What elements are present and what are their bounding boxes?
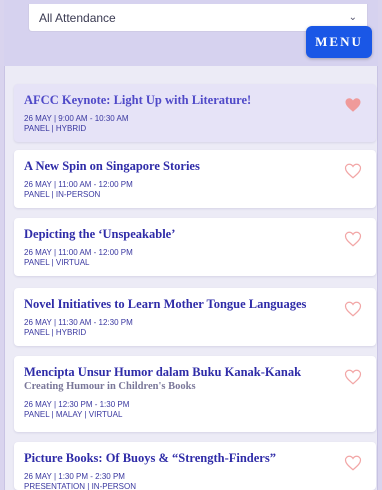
heart-outline-icon[interactable] [344,454,362,472]
heart-outline-icon[interactable] [344,230,362,248]
session-tags: PANEL | HYBRID [24,328,87,337]
session-card[interactable]: AFCC Keynote: Light Up with Literature! … [14,84,376,142]
heart-filled-icon[interactable] [344,96,362,114]
session-time: 26 MAY | 12:30 PM - 1:30 PM [24,400,130,409]
session-card[interactable]: Picture Books: Of Buoys & “Strength-Find… [14,442,376,490]
heart-outline-icon[interactable] [344,300,362,318]
session-title[interactable]: Mencipta Unsur Humor dalam Buku Kanak-Ka… [24,364,334,380]
session-title[interactable]: AFCC Keynote: Light Up with Literature! [24,92,334,108]
session-card[interactable]: Depicting the ‘Unspeakable’ 26 MAY | 11:… [14,218,376,276]
session-time: 26 MAY | 11:30 AM - 12:30 PM [24,318,133,327]
session-title[interactable]: Depicting the ‘Unspeakable’ [24,226,334,242]
heart-outline-icon[interactable] [344,162,362,180]
heart-outline-icon[interactable] [344,368,362,386]
session-title[interactable]: Picture Books: Of Buoys & “Strength-Find… [24,450,334,466]
session-title[interactable]: Novel Initiatives to Learn Mother Tongue… [24,296,334,312]
session-time: 26 MAY | 1:30 PM - 2:30 PM [24,472,125,481]
attendance-filter-value: All Attendance [39,10,116,25]
menu-button[interactable]: MENU [306,26,372,58]
session-time: 26 MAY | 11:00 AM - 12:00 PM [24,180,133,189]
session-time: 26 MAY | 11:00 AM - 12:00 PM [24,248,133,257]
session-title[interactable]: A New Spin on Singapore Stories [24,158,334,174]
session-card[interactable]: A New Spin on Singapore Stories 26 MAY |… [14,150,376,208]
session-tags: PRESENTATION | IN-PERSON [24,482,137,490]
session-time: 26 MAY | 9:00 AM - 10:30 AM [24,114,129,123]
session-subtitle: Creating Humour in Children's Books [24,381,196,392]
session-card[interactable]: Novel Initiatives to Learn Mother Tongue… [14,288,376,346]
session-tags: PANEL | VIRTUAL [24,258,90,267]
session-tags: PANEL | MALAY | VIRTUAL [24,410,123,419]
session-tags: PANEL | HYBRID [24,124,87,133]
chevron-down-icon: ⌄ [348,12,357,23]
session-card[interactable]: Mencipta Unsur Humor dalam Buku Kanak-Ka… [14,356,376,432]
session-tags: PANEL | IN-PERSON [24,190,101,199]
